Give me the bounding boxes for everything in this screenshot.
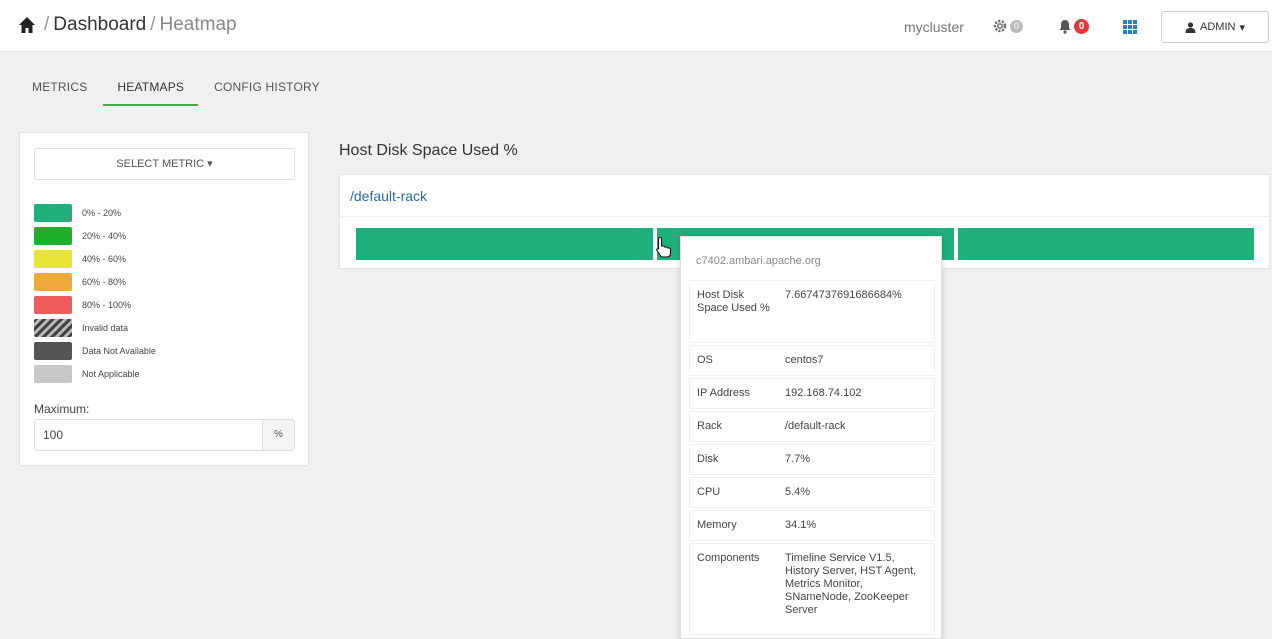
- breadcrumb-heatmap: Heatmap: [159, 14, 237, 35]
- tooltip-row: IP Address 192.168.74.102: [689, 378, 935, 409]
- maximum-label: Maximum:: [34, 402, 90, 416]
- legend-label: Invalid data: [82, 322, 129, 333]
- maximum-unit: %: [262, 419, 295, 451]
- tooltip-value: /default-rack: [785, 420, 846, 432]
- legend-label: Not Applicable: [82, 368, 140, 379]
- legend-swatch: [34, 203, 72, 222]
- breadcrumb-separator: /: [44, 14, 50, 35]
- legend-item: Data Not Available: [34, 339, 156, 362]
- tooltip-key: Memory: [697, 519, 737, 531]
- breadcrumb-dashboard[interactable]: Dashboard: [53, 14, 146, 36]
- host-cell[interactable]: [356, 228, 653, 260]
- tooltip-row: CPU 5.4%: [689, 477, 935, 508]
- tooltip-key: Components: [697, 552, 760, 564]
- tooltip-row: Components Timeline Service V1.5, Histor…: [689, 543, 935, 635]
- legend-item: Not Applicable: [34, 362, 156, 385]
- grid-icon[interactable]: [1122, 19, 1138, 35]
- tooltip-key: Host Disk Space Used %: [697, 289, 770, 314]
- hand-pointer-icon: [656, 236, 672, 258]
- tooltip-row: Memory 34.1%: [689, 510, 935, 541]
- maximum-input[interactable]: 100: [34, 419, 262, 451]
- heatmap-title: Host Disk Space Used %: [339, 142, 518, 159]
- legend-swatch: [34, 364, 72, 383]
- select-metric-label: SELECT METRIC: [116, 158, 205, 170]
- legend-swatch: [34, 272, 72, 291]
- tooltip-key: Rack: [697, 420, 723, 432]
- tab-heatmaps[interactable]: HEATMAPS: [103, 78, 199, 106]
- legend-label: 40% - 60%: [82, 253, 127, 264]
- legend-label: 80% - 100%: [82, 299, 132, 310]
- legend-item: Invalid data: [34, 316, 156, 339]
- tooltip-row: Disk 7.7%: [689, 444, 935, 475]
- legend-swatch: [34, 341, 72, 360]
- legend-swatch: [34, 318, 72, 337]
- dashboard-tabs: METRICS HEATMAPS CONFIG HISTORY: [32, 78, 350, 106]
- tooltip-value: 7.7%: [785, 453, 811, 465]
- tooltip-key: OS: [697, 354, 713, 366]
- tab-config-history[interactable]: CONFIG HISTORY: [214, 78, 320, 106]
- bell-icon: [1059, 19, 1071, 34]
- legend-item: 60% - 80%: [34, 270, 156, 293]
- tooltip-key: Disk: [697, 453, 719, 465]
- rack-link[interactable]: /default-rack: [350, 188, 427, 204]
- legend-label: 20% - 40%: [82, 230, 127, 241]
- tooltip-value: 192.168.74.102: [785, 387, 862, 399]
- legend-item: 80% - 100%: [34, 293, 156, 316]
- host-details-tooltip: c7402.ambari.apache.org Host Disk Space …: [680, 236, 942, 639]
- heatmap-legend: 0% - 20% 20% - 40% 40% - 60% 60% - 80% 8…: [34, 201, 156, 385]
- gear-icon: [993, 19, 1007, 33]
- tooltip-row: OS centos7: [689, 345, 935, 376]
- caret-down-icon: ▾: [1239, 21, 1245, 34]
- alerts-count-badge: 0: [1074, 18, 1089, 34]
- rack-header: /default-rack: [340, 175, 1269, 217]
- legend-label: 0% - 20%: [82, 207, 122, 218]
- tooltip-value: 34.1%: [785, 519, 817, 531]
- user-menu-label: ADMIN: [1200, 21, 1236, 33]
- tooltip-key: CPU: [697, 486, 721, 498]
- select-metric-dropdown[interactable]: SELECT METRIC ▾: [34, 148, 295, 180]
- breadcrumb-separator: /: [150, 14, 156, 35]
- user-menu-button[interactable]: ADMIN ▾: [1161, 11, 1269, 43]
- heatmap-options-panel: SELECT METRIC ▾ 0% - 20% 20% - 40% 40% -…: [19, 132, 309, 466]
- tooltip-value: centos7: [785, 354, 824, 366]
- tooltip-value: Timeline Service V1.5, History Server, H…: [785, 552, 917, 616]
- user-icon: [1185, 21, 1196, 33]
- tooltip-row: Rack /default-rack: [689, 411, 935, 442]
- tooltip-hostname: c7402.ambari.apache.org: [696, 255, 821, 267]
- top-navbar: / Dashboard / Heatmap mycluster 0 0 ADMI…: [0, 0, 1272, 52]
- background-ops-button[interactable]: 0: [992, 14, 1032, 38]
- host-cell[interactable]: [958, 228, 1254, 260]
- tooltip-value: 7.6674737691686684%: [785, 289, 902, 301]
- alerts-button[interactable]: 0: [1058, 14, 1098, 38]
- tab-metrics[interactable]: METRICS: [32, 78, 87, 106]
- legend-label: Data Not Available: [82, 345, 156, 356]
- legend-label: 60% - 80%: [82, 276, 127, 287]
- tooltip-value: 5.4%: [785, 486, 811, 498]
- cluster-name: mycluster: [904, 19, 964, 35]
- legend-swatch: [34, 226, 72, 245]
- legend-swatch: [34, 295, 72, 314]
- home-icon[interactable]: [18, 16, 36, 34]
- caret-down-icon: ▾: [207, 158, 213, 170]
- tooltip-key: IP Address: [697, 387, 750, 399]
- legend-item: 0% - 20%: [34, 201, 156, 224]
- breadcrumb: / Dashboard / Heatmap: [18, 14, 237, 36]
- tooltip-row: Host Disk Space Used % 7.667473769168668…: [689, 280, 935, 343]
- legend-item: 40% - 60%: [34, 247, 156, 270]
- legend-swatch: [34, 249, 72, 268]
- legend-item: 20% - 40%: [34, 224, 156, 247]
- ops-count-badge: 0: [1010, 19, 1023, 33]
